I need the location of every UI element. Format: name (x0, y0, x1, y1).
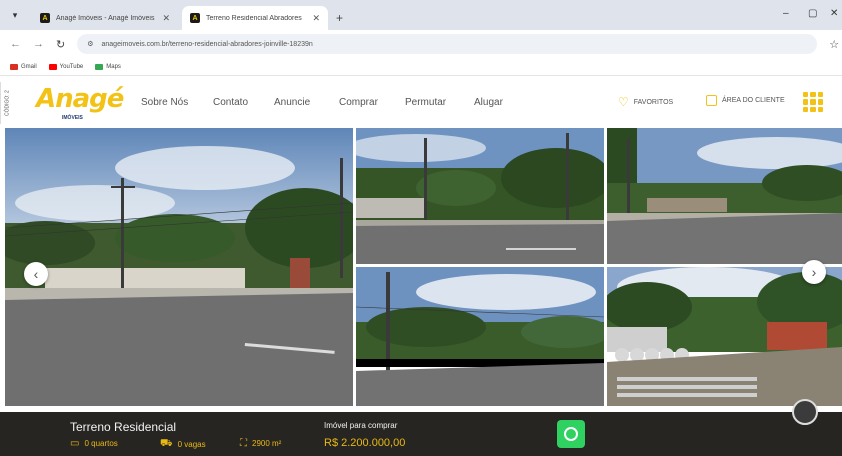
user-icon (706, 95, 717, 106)
apps-grid-icon[interactable] (803, 92, 823, 112)
close-window-icon[interactable]: ✕ (830, 8, 838, 19)
photo-gallery: ‹ › (0, 128, 842, 406)
maps-icon (95, 63, 104, 70)
property-title: Terreno Residencial (70, 420, 177, 434)
bookmark-youtube[interactable]: YouTube (48, 63, 84, 70)
browser-tab-1[interactable]: A Anagé Imóveis - Anagé Imóveis ✕ (32, 6, 178, 30)
nav-contato[interactable]: Contato (213, 97, 274, 108)
whatsapp-icon (564, 427, 578, 441)
bookmark-label: Gmail (21, 63, 37, 70)
car-icon: ⛟ (160, 438, 173, 449)
nav-alugar[interactable]: Alugar (474, 97, 503, 108)
url-text: anageimoveis.com.br/terreno-residencial-… (101, 40, 313, 48)
chevron-right-icon: › (811, 264, 817, 280)
parking-feature: ⛟ 0 vagas (160, 438, 206, 451)
url-input[interactable]: ⚙ anageimoveis.com.br/terreno-residencia… (77, 34, 818, 54)
gmail-icon (10, 63, 18, 70)
whatsapp-button[interactable] (557, 420, 585, 448)
new-tab-icon[interactable]: + (336, 11, 343, 25)
browser-tab-strip: ▾ A Anagé Imóveis - Anagé Imóveis ✕ A Te… (0, 0, 842, 30)
client-area-label: ÁREA DO CLIENTE (722, 97, 785, 104)
address-bar-row: ← → ↻ ⚙ anageimoveis.com.br/terreno-resi… (0, 30, 842, 58)
property-photo-3[interactable] (607, 128, 842, 264)
parking-value: 0 vagas (177, 440, 206, 449)
property-photo-5[interactable] (607, 267, 842, 406)
client-area-button[interactable]: ÁREA DO CLIENTE (706, 95, 785, 106)
property-photo-1[interactable] (5, 128, 353, 406)
nav-permutar[interactable]: Permutar (405, 97, 474, 108)
property-photo-4[interactable] (356, 267, 604, 406)
main-nav: Sobre Nós Contato Anuncie Comprar Permut… (141, 97, 503, 108)
bookmark-gmail[interactable]: Gmail (10, 63, 37, 70)
listing-summary-bar: Terreno Residencial ▭ 0 quartos ⛟ 0 vaga… (0, 412, 842, 456)
area-value: 2900 m² (252, 439, 282, 448)
close-icon[interactable]: ✕ (162, 13, 170, 24)
price-value: R$ 2.200.000,00 (324, 437, 406, 449)
property-photo-2[interactable] (356, 128, 604, 264)
minimize-icon[interactable]: – (783, 8, 789, 19)
area-icon: ⛶ (240, 438, 247, 449)
favorites-button[interactable]: ♡ FAVORITOS (618, 95, 673, 109)
tab-search-icon[interactable]: ▾ (8, 8, 22, 22)
bookmark-label: YouTube (59, 63, 84, 70)
bookmarks-bar: Gmail YouTube Maps (0, 58, 842, 76)
side-code-tab[interactable]: CÓDIGO: 2 (0, 82, 14, 124)
bedrooms-value: 0 quartos (84, 439, 118, 448)
anage-favicon-icon: A (190, 13, 200, 23)
maximize-icon[interactable]: ▢ (808, 8, 817, 19)
anage-favicon-icon: A (40, 13, 50, 23)
browser-tab-2[interactable]: A Terreno Residencial Abradores ✕ (182, 6, 328, 30)
gallery-prev-button[interactable]: ‹ (24, 262, 48, 286)
logo-sub: IMÓVEIS (62, 115, 83, 121)
favorites-label: FAVORITOS (633, 98, 674, 106)
nav-sobre-nos[interactable]: Sobre Nós (141, 97, 213, 108)
bookmark-star-icon[interactable]: ☆ (829, 38, 839, 51)
chevron-left-icon: ‹ (33, 266, 39, 282)
close-icon[interactable]: ✕ (312, 13, 320, 24)
site-info-icon[interactable]: ⚙ (87, 40, 93, 48)
gallery-next-button[interactable]: › (802, 260, 826, 284)
reload-icon[interactable]: ↻ (56, 38, 65, 51)
scroll-to-top-button[interactable] (792, 399, 818, 425)
tab-title: Terreno Residencial Abradores (206, 14, 302, 22)
bed-icon: ▭ (70, 438, 80, 449)
back-icon[interactable]: ← (10, 38, 21, 50)
nav-anuncie[interactable]: Anuncie (274, 97, 339, 108)
site-header: CÓDIGO: 2 Anagé IMÓVEIS Sobre Nós Contat… (0, 78, 842, 128)
area-feature: ⛶ 2900 m² (240, 438, 281, 449)
logo-word: Anagé (36, 84, 124, 114)
anage-logo[interactable]: Anagé IMÓVEIS (36, 84, 124, 124)
nav-comprar[interactable]: Comprar (339, 97, 405, 108)
bookmark-label: Maps (106, 63, 121, 70)
forward-icon[interactable]: → (33, 38, 44, 50)
bookmark-maps[interactable]: Maps (95, 63, 121, 70)
heart-icon: ♡ (618, 95, 629, 109)
price-label: Imóvel para comprar (324, 421, 398, 430)
youtube-icon (48, 63, 57, 70)
bedrooms-feature: ▭ 0 quartos (70, 438, 118, 449)
tab-title: Anagé Imóveis - Anagé Imóveis (56, 14, 155, 22)
